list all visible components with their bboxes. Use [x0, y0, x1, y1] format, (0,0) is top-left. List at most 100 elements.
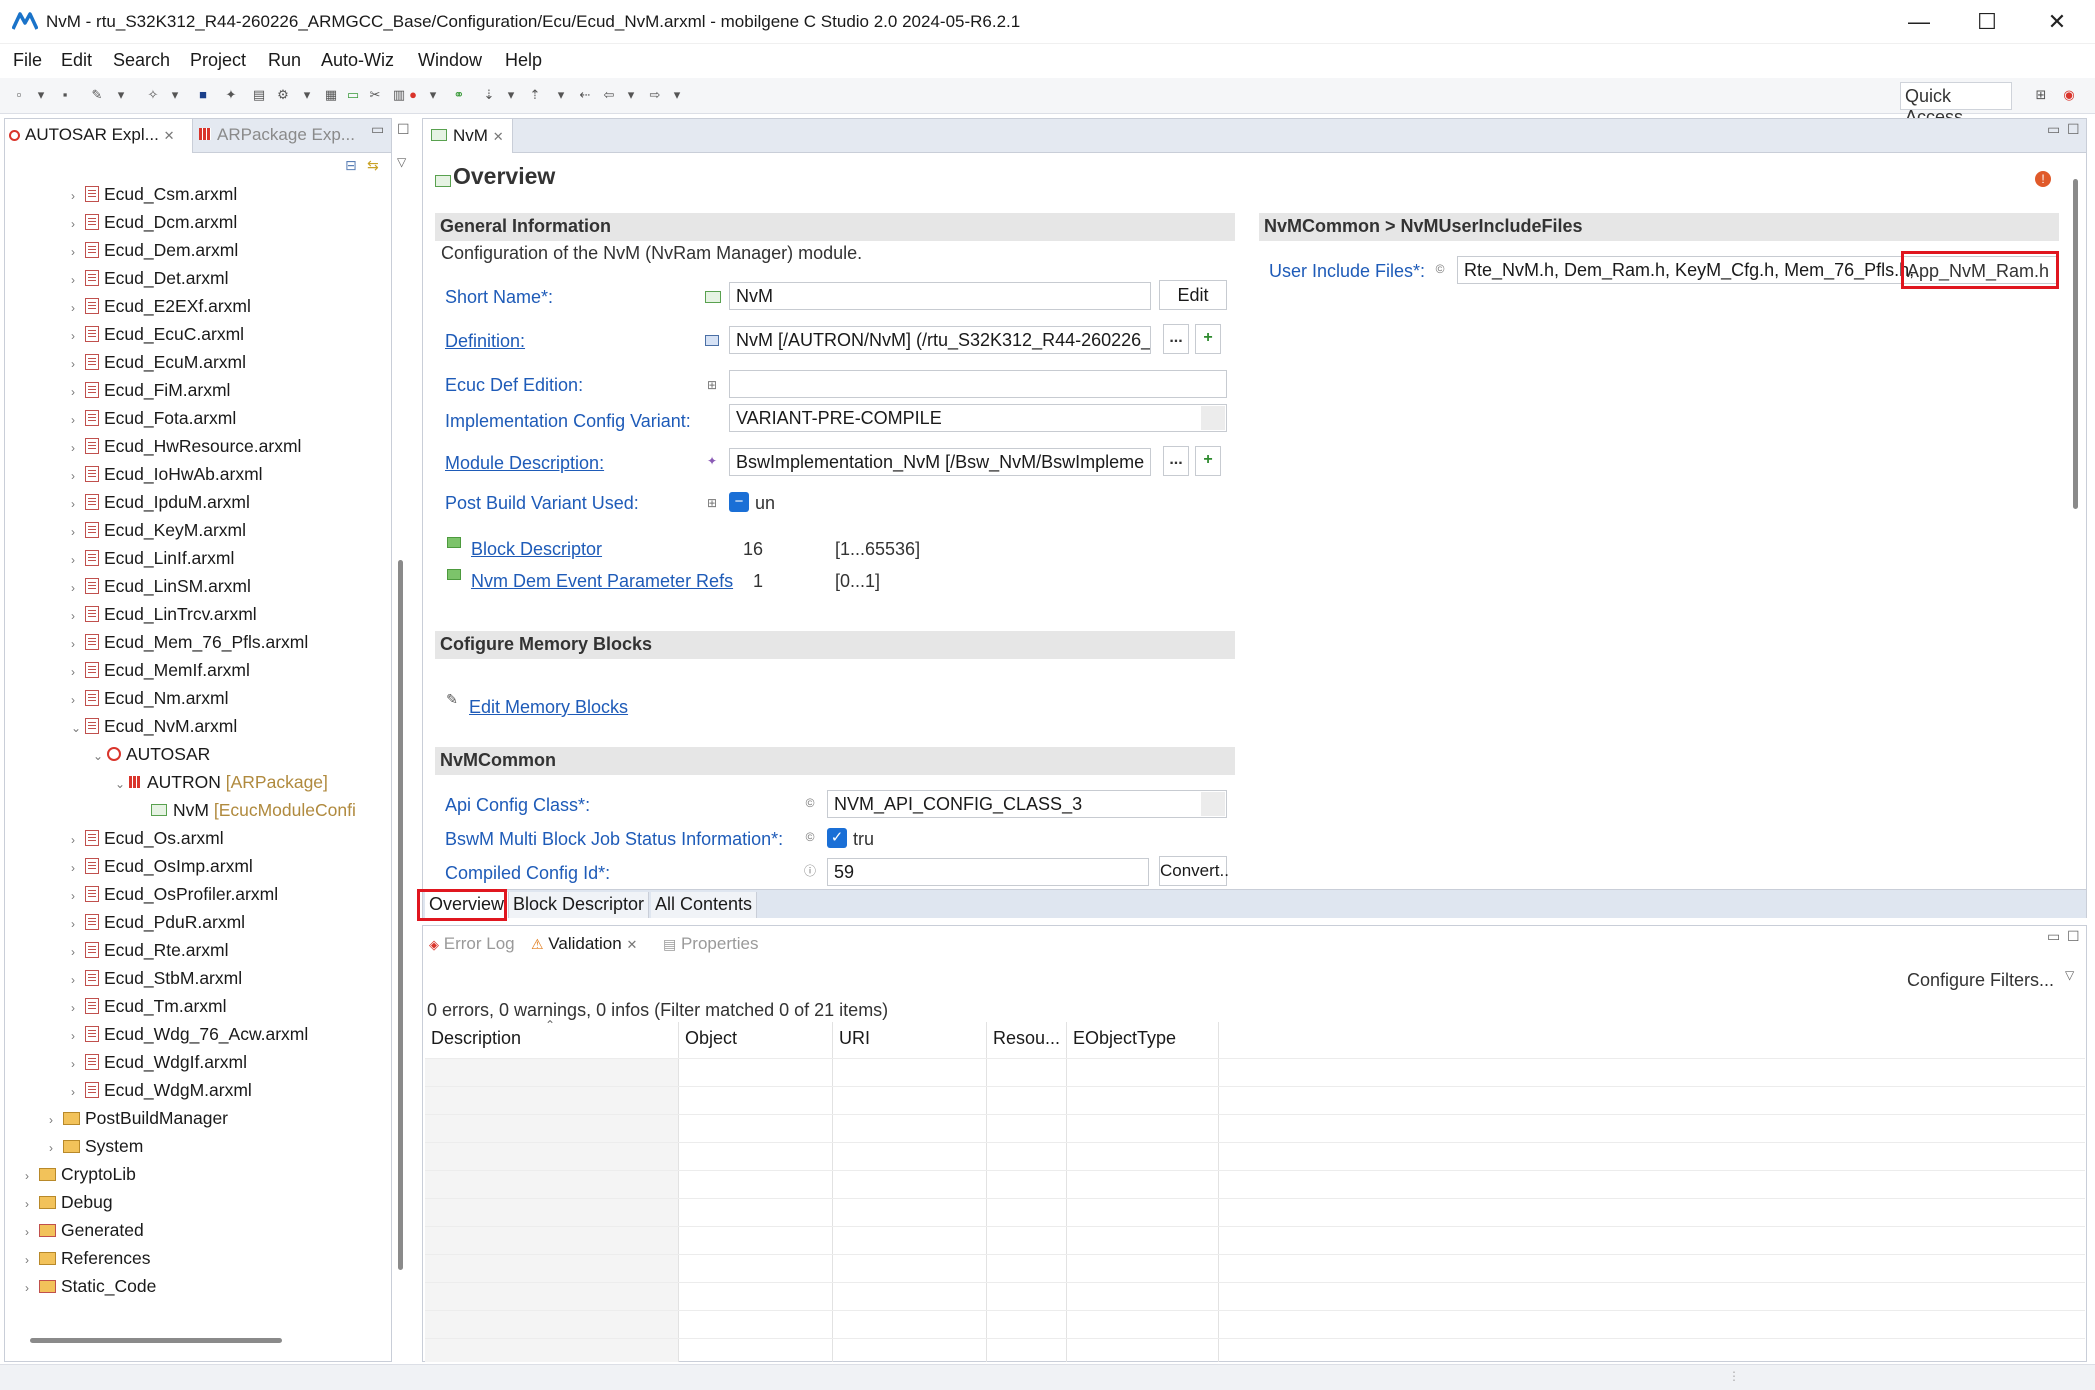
prev-annotation-icon[interactable]: ⇡	[526, 86, 544, 104]
configure-filters-link[interactable]: Configure Filters...	[1907, 970, 2054, 991]
chevron-down-icon[interactable]: ⌄	[71, 715, 85, 741]
tree-item[interactable]: NvM [EcucModuleConfi	[137, 797, 356, 823]
save-icon[interactable]: ▪	[56, 86, 74, 104]
edit-memory-blocks-link[interactable]: Edit Memory Blocks	[469, 697, 628, 718]
tree-item[interactable]: › Ecud_Mem_76_Pfls.arxml	[71, 629, 308, 655]
definition-field[interactable]: NvM [/AUTRON/NvM] (/rtu_S32K312_R44-2602…	[729, 326, 1151, 354]
chevron-right-icon[interactable]: ›	[71, 939, 85, 965]
tree-item[interactable]: › Ecud_Fota.arxml	[71, 405, 236, 431]
compiled-config-id-field[interactable]: 59	[827, 858, 1149, 886]
forward-icon[interactable]: ⇨	[646, 86, 664, 104]
tree-item[interactable]: › Ecud_WdgM.arxml	[71, 1077, 252, 1103]
close-tab-icon[interactable]: ✕	[626, 937, 637, 952]
tab-block-descriptor[interactable]: Block Descriptor	[509, 892, 650, 918]
dropdown-icon[interactable]	[1201, 406, 1225, 430]
back-icon[interactable]: ⇦	[600, 86, 618, 104]
chevron-right-icon[interactable]: ›	[71, 631, 85, 657]
chevron-right-icon[interactable]: ›	[71, 211, 85, 237]
tree-item[interactable]: › Generated	[25, 1217, 144, 1243]
tree-item[interactable]: › System	[49, 1133, 143, 1159]
bswm-multi-block-checkbox[interactable]: ✓	[827, 828, 847, 848]
quick-access-input[interactable]: Quick Access	[1900, 82, 2012, 127]
tree-item[interactable]: › Ecud_EcuC.arxml	[71, 321, 244, 347]
module-description-link[interactable]: Module Description:	[445, 453, 604, 474]
tree-item[interactable]: › Ecud_OsProfiler.arxml	[71, 881, 278, 907]
tree-item[interactable]: › Ecud_Os.arxml	[71, 825, 224, 851]
chevron-right-icon[interactable]: ›	[71, 911, 85, 937]
chevron-right-icon[interactable]: ›	[71, 295, 85, 321]
module-description-field[interactable]: BswImplementation_NvM [/Bsw_NvM/BswImple…	[729, 448, 1151, 476]
chevron-right-icon[interactable]: ›	[25, 1247, 39, 1273]
definition-add-button[interactable]: +	[1195, 324, 1221, 354]
chevron-right-icon[interactable]: ›	[71, 407, 85, 433]
warning-icon[interactable]: !	[2035, 171, 2051, 187]
tools-icon[interactable]: ⚙	[274, 86, 292, 104]
column-resource[interactable]: Resou...	[987, 1022, 1066, 1058]
wand-icon[interactable]: ✧	[144, 86, 162, 104]
tree-item[interactable]: › Ecud_E2EXf.arxml	[71, 293, 251, 319]
tree-item[interactable]: › References	[25, 1245, 151, 1271]
definition-browse-button[interactable]: ...	[1163, 324, 1189, 354]
tree-item[interactable]: › CryptoLib	[25, 1161, 136, 1187]
chevron-right-icon[interactable]: ›	[71, 827, 85, 853]
post-build-variant-checkbox[interactable]: −	[729, 492, 749, 512]
maximize-button[interactable]: ☐	[1967, 8, 2007, 36]
tree-item[interactable]: › Ecud_Dcm.arxml	[71, 209, 237, 235]
chevron-right-icon[interactable]: ›	[71, 435, 85, 461]
tab-arpackage-explorer[interactable]: ARPackage Exp...	[199, 125, 355, 145]
chevron-right-icon[interactable]: ›	[71, 687, 85, 713]
type-icon[interactable]: ■	[194, 86, 212, 104]
column-object[interactable]: Object	[679, 1022, 743, 1058]
column-eobjecttype[interactable]: EObjectType	[1067, 1022, 1182, 1058]
menu-file[interactable]: File	[13, 50, 42, 71]
view-menu-icon[interactable]: ▽	[397, 155, 406, 169]
column-uri[interactable]: URI	[833, 1022, 876, 1058]
menu-help[interactable]: Help	[505, 50, 542, 71]
tree-horizontal-scrollbar[interactable]	[30, 1338, 282, 1343]
chevron-right-icon[interactable]: ›	[49, 1107, 63, 1133]
tree-item[interactable]: › Static_Code	[25, 1273, 156, 1299]
tree-item[interactable]: › Ecud_LinIf.arxml	[71, 545, 234, 571]
link-icon[interactable]: ⚭	[450, 86, 468, 104]
tree-item[interactable]: › Ecud_KeyM.arxml	[71, 517, 246, 543]
dropdown-icon[interactable]: ▾	[622, 86, 640, 104]
chevron-down-icon[interactable]: ⌄	[93, 743, 107, 769]
chevron-right-icon[interactable]: ›	[25, 1275, 39, 1301]
tree-item[interactable]: › Ecud_IoHwAb.arxml	[71, 461, 263, 487]
chevron-right-icon[interactable]: ›	[71, 603, 85, 629]
tree-item[interactable]: › PostBuildManager	[49, 1105, 228, 1131]
tree-item[interactable]: › Ecud_MemIf.arxml	[71, 657, 250, 683]
api-config-class-select[interactable]: NVM_API_CONFIG_CLASS_3	[827, 790, 1227, 818]
tree-item[interactable]: › Ecud_Dem.arxml	[71, 237, 238, 263]
chevron-right-icon[interactable]: ›	[25, 1191, 39, 1217]
tree-item[interactable]: › Ecud_Nm.arxml	[71, 685, 228, 711]
nvm-dem-event-parameter-refs-link[interactable]: Nvm Dem Event Parameter Refs	[471, 571, 733, 592]
tree-item[interactable]: › Ecud_Wdg_76_Acw.arxml	[71, 1021, 308, 1047]
chevron-right-icon[interactable]: ›	[71, 1023, 85, 1049]
chevron-right-icon[interactable]: ›	[71, 519, 85, 545]
tree-item[interactable]: › Ecud_LinTrcv.arxml	[71, 601, 257, 627]
tab-nvm[interactable]: NvM ✕	[423, 119, 513, 153]
view-menu-icon[interactable]: ▽	[2065, 968, 2074, 982]
chevron-right-icon[interactable]: ›	[49, 1135, 63, 1161]
chevron-right-icon[interactable]: ›	[71, 239, 85, 265]
next-annotation-icon[interactable]: ⇣	[480, 86, 498, 104]
menu-window[interactable]: Window	[418, 50, 482, 71]
menu-edit[interactable]: Edit	[61, 50, 92, 71]
tree-item[interactable]: › Ecud_IpduM.arxml	[71, 489, 250, 515]
dropdown-icon[interactable]: ▾	[298, 86, 316, 104]
frame-icon[interactable]: ▭	[344, 86, 362, 104]
chevron-right-icon[interactable]: ›	[25, 1219, 39, 1245]
chart-icon[interactable]: ▤	[250, 86, 268, 104]
block-descriptor-link[interactable]: Block Descriptor	[471, 539, 602, 560]
short-name-field[interactable]: NvM	[729, 282, 1151, 310]
dropdown-icon[interactable]: ▾	[668, 86, 686, 104]
chevron-right-icon[interactable]: ›	[71, 323, 85, 349]
tree-item[interactable]: ⌄ Ecud_NvM.arxml	[71, 713, 237, 739]
chevron-right-icon[interactable]: ›	[71, 967, 85, 993]
tree-item[interactable]: › Ecud_OsImp.arxml	[71, 853, 253, 879]
minimize-view-icon[interactable]: ▭	[2047, 928, 2060, 945]
minimize-button[interactable]: —	[1899, 8, 1939, 36]
tab-autosar-explorer[interactable]: AUTOSAR Expl... ✕	[5, 119, 193, 153]
chevron-right-icon[interactable]: ›	[71, 883, 85, 909]
